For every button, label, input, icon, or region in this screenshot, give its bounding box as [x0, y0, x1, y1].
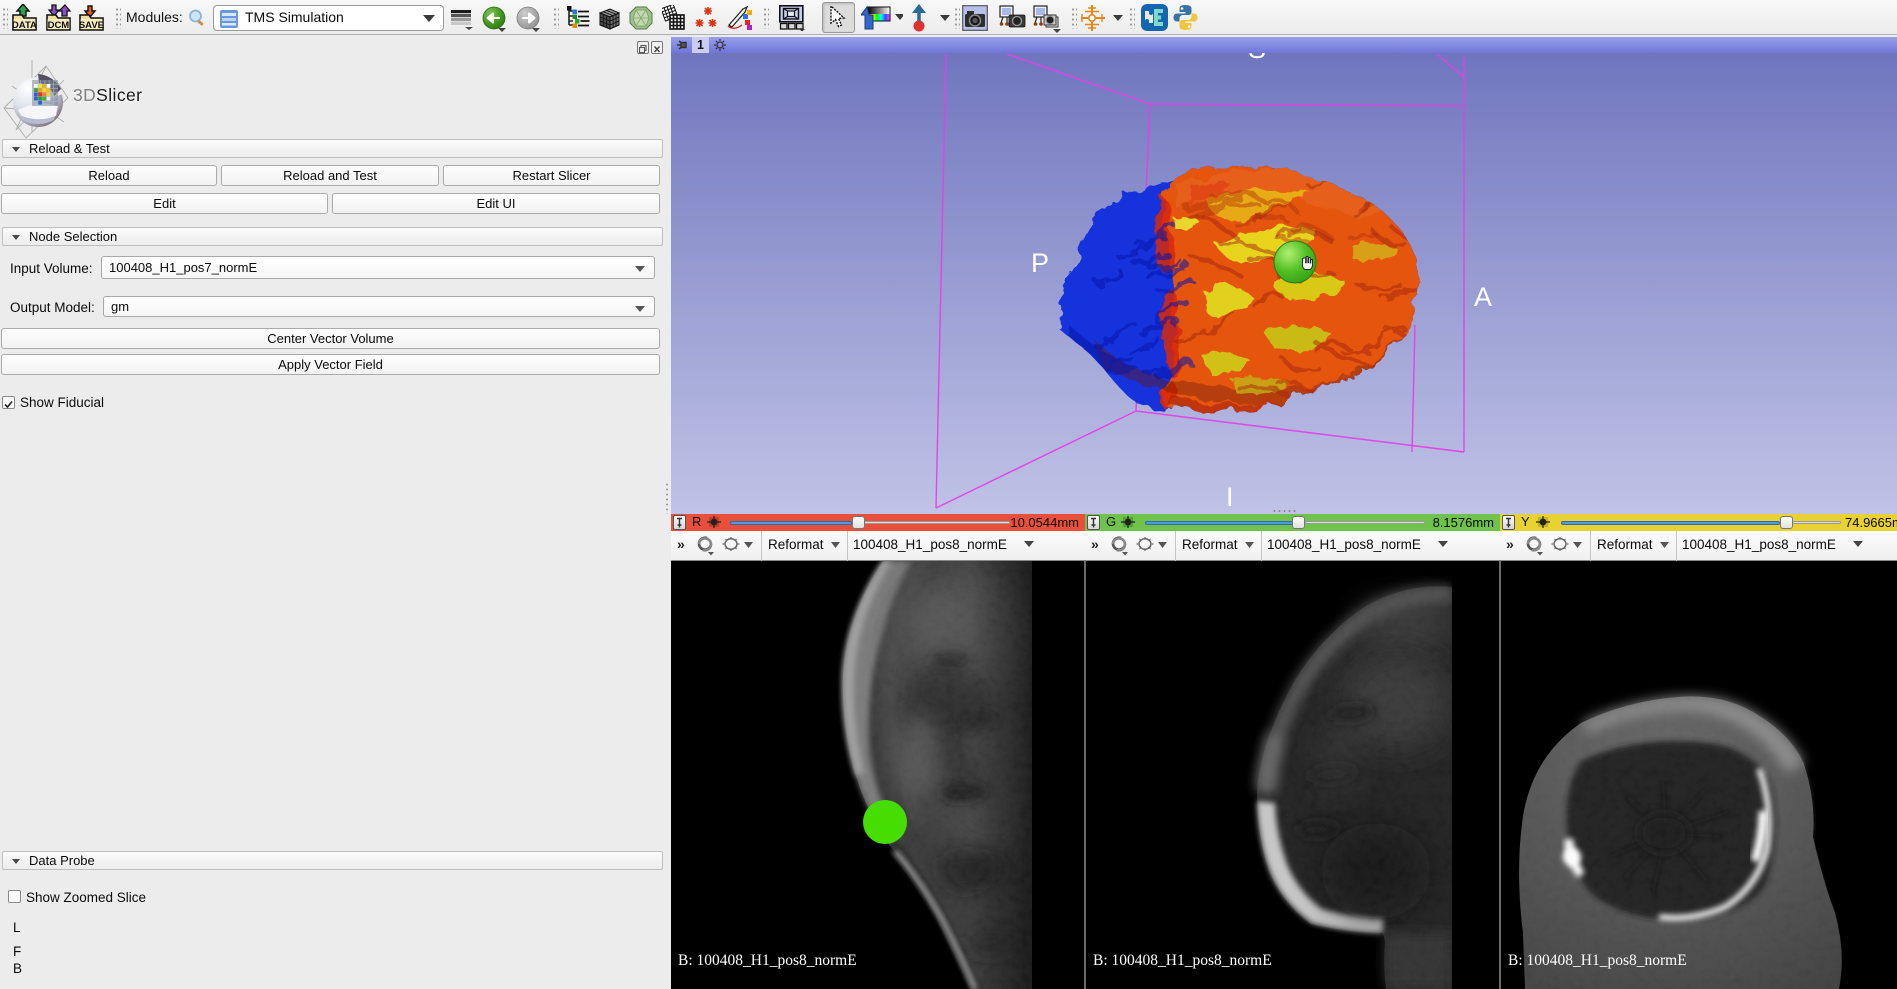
svg-text:SAVE: SAVE: [79, 20, 104, 31]
svg-text:I: I: [1226, 482, 1234, 512]
svg-text:DCM: DCM: [48, 20, 70, 31]
svg-text:A: A: [1474, 282, 1492, 312]
svg-text:B: 100408_H1_pos8_normE: B: 100408_H1_pos8_normE: [1508, 952, 1687, 969]
svg-text:P: P: [1031, 248, 1049, 278]
svg-text:DATA: DATA: [12, 20, 37, 31]
svg-text:B: 100408_H1_pos8_normE: B: 100408_H1_pos8_normE: [678, 952, 857, 969]
svg-text:B: 100408_H1_pos8_normE: B: 100408_H1_pos8_normE: [1093, 952, 1272, 969]
